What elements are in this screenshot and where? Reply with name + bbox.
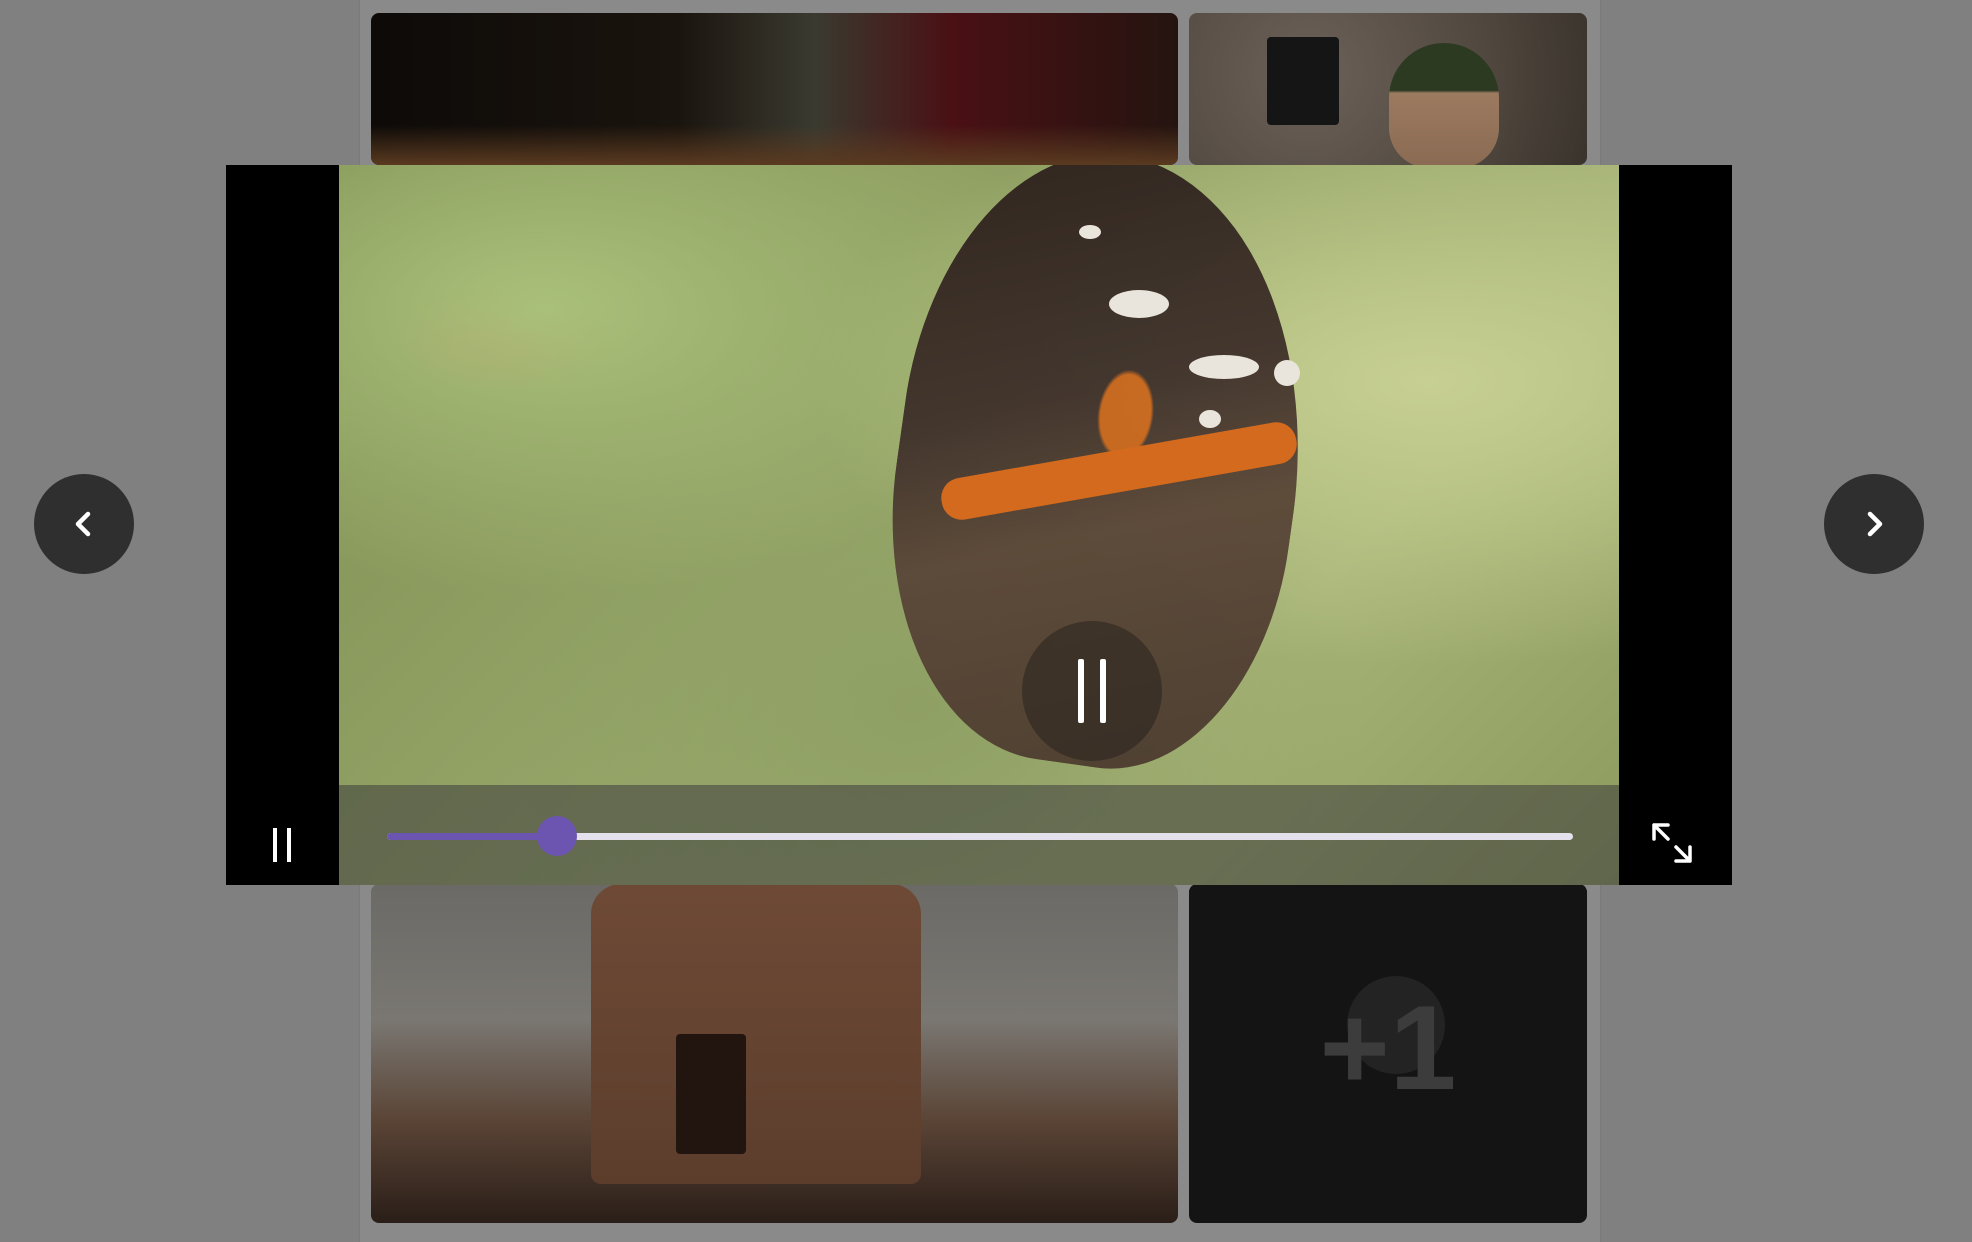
wing-spot	[1189, 355, 1259, 379]
next-button[interactable]	[1824, 474, 1924, 574]
center-pause-button[interactable]	[1022, 621, 1162, 761]
progress-slider[interactable]	[387, 816, 1573, 856]
gallery-tile-person-drink[interactable]	[371, 884, 1178, 1223]
wing-spot	[1199, 410, 1221, 428]
fullscreen-button[interactable]	[1646, 817, 1698, 869]
wing-spot	[1274, 360, 1300, 386]
pause-button[interactable]	[264, 825, 300, 865]
chevron-left-icon	[75, 511, 91, 537]
pause-icon	[273, 828, 277, 862]
progress-fill	[387, 833, 557, 840]
video-control-bar	[339, 785, 1619, 885]
progress-thumb[interactable]	[536, 816, 577, 856]
more-count-label: +1	[1319, 981, 1457, 1115]
pause-icon	[1078, 659, 1106, 723]
previous-button[interactable]	[34, 474, 134, 574]
camera-shape	[1267, 37, 1339, 125]
glass-shape	[676, 1034, 746, 1154]
wing-spot	[1079, 225, 1101, 239]
wing-spot	[1109, 290, 1169, 318]
gallery-tile-video-1[interactable]	[371, 13, 1178, 165]
video-frame[interactable]	[339, 165, 1619, 885]
video-lightbox	[226, 165, 1732, 885]
gallery-tile-camera-man[interactable]	[1189, 13, 1587, 165]
pause-icon	[287, 828, 291, 862]
gallery-tile-more[interactable]: +1	[1189, 884, 1587, 1223]
person-shape	[1389, 43, 1499, 165]
chevron-right-icon	[1867, 511, 1883, 537]
expand-icon	[1652, 823, 1692, 863]
person-shape	[591, 884, 921, 1184]
